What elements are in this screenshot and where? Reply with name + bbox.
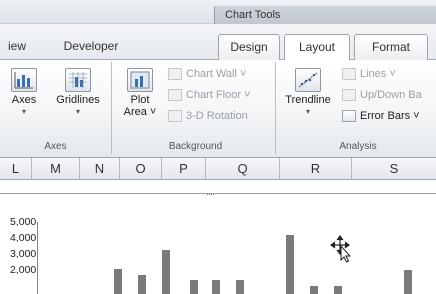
tab-format[interactable]: Format — [354, 34, 428, 60]
chart-floor-button[interactable]: Chart Floor ˅ — [168, 89, 251, 101]
y-tick-label: 5,000 — [10, 216, 37, 228]
analysis-group: Trendline ▾ Lines ˅ Up/Down Ba Error Bar… — [280, 62, 436, 154]
error-bars-icon — [342, 110, 356, 122]
y-tick-label: 4,000 — [10, 232, 37, 244]
trendline-icon — [295, 68, 321, 92]
column-header-r[interactable]: R — [280, 158, 352, 180]
lines-label: Lines ˅ — [360, 68, 396, 80]
chart-bar[interactable] — [114, 269, 122, 294]
column-header-l[interactable]: L — [0, 158, 32, 180]
chart-bar[interactable] — [212, 280, 220, 294]
column-header-p[interactable]: P — [162, 158, 206, 180]
error-bars-label: Error Bars ˅ — [360, 110, 420, 122]
chart-bar[interactable] — [138, 275, 146, 294]
chart-bar[interactable] — [334, 286, 342, 294]
up-down-bars-button[interactable]: Up/Down Ba — [342, 89, 422, 101]
rotation-button[interactable]: 3-D Rotation — [168, 110, 248, 122]
column-header-q[interactable]: Q — [206, 158, 280, 180]
tab-layout[interactable]: Layout — [284, 34, 350, 62]
chart-bar[interactable] — [310, 286, 318, 294]
column-header-m[interactable]: M — [32, 158, 80, 180]
chart-resize-handle[interactable]: ···· — [206, 189, 224, 199]
axes-group: Axes ▾ Gridlines ▾ Axes — [0, 62, 112, 154]
up-down-bars-icon — [342, 89, 356, 101]
chart-bar[interactable] — [162, 250, 170, 294]
y-tick-label: 2,000 — [10, 264, 37, 276]
plot-area-label-line2: Area ˅ — [123, 106, 157, 118]
lines-button[interactable]: Lines ˅ — [342, 68, 396, 80]
plot-area-label-line1: Plot — [130, 94, 150, 106]
axes-group-label: Axes — [44, 141, 67, 152]
axes-button[interactable]: Axes ▾ — [4, 68, 44, 118]
chart-wall-icon — [168, 68, 182, 80]
up-down-bars-label: Up/Down Ba — [360, 89, 422, 101]
y-axis-line — [37, 222, 38, 294]
rotation-icon — [168, 110, 182, 122]
gridlines-button-label: Gridlines — [56, 94, 100, 106]
chart-floor-label: Chart Floor ˅ — [186, 89, 251, 101]
column-header-o[interactable]: O — [120, 158, 162, 180]
background-group: Plot Area ˅ Chart Wall ˅ Chart Floor ˅ 3… — [116, 62, 276, 154]
chart-wall-label: Chart Wall ˅ — [186, 68, 247, 80]
background-group-label: Background — [168, 141, 223, 152]
chart-floor-icon — [168, 89, 182, 101]
error-bars-button[interactable]: Error Bars ˅ — [342, 110, 420, 122]
column-header-s[interactable]: S — [352, 158, 436, 180]
column-header-n[interactable]: N — [80, 158, 120, 180]
chart-tools-label: Chart Tools — [225, 9, 281, 21]
chart-bar[interactable] — [190, 280, 198, 294]
trendline-button[interactable]: Trendline ▾ — [282, 68, 334, 118]
chart-bar[interactable] — [404, 270, 412, 294]
chart-area[interactable] — [0, 193, 436, 294]
axes-button-label: Axes — [11, 94, 37, 106]
gridlines-icon — [65, 68, 91, 92]
move-cursor-icon — [330, 235, 352, 263]
axes-icon — [11, 68, 37, 92]
chart-bar[interactable] — [236, 280, 244, 294]
chart-bar[interactable] — [286, 235, 294, 294]
tab-developer[interactable]: Developer — [54, 34, 128, 60]
chart-wall-button[interactable]: Chart Wall ˅ — [168, 68, 246, 80]
lines-icon — [342, 68, 356, 80]
plot-area-icon — [127, 68, 153, 92]
analysis-group-label: Analysis — [339, 141, 377, 152]
tab-view[interactable]: iew — [0, 34, 34, 60]
y-tick-label: 3,000 — [10, 248, 37, 260]
chart-tools-context-header: Chart Tools — [214, 6, 436, 26]
rotation-label: 3-D Rotation — [186, 110, 248, 122]
tab-design[interactable]: Design — [218, 34, 280, 60]
gridlines-button[interactable]: Gridlines ▾ — [50, 68, 106, 118]
trendline-label: Trendline — [285, 94, 331, 106]
plot-area-button[interactable]: Plot Area ˅ — [120, 68, 160, 118]
